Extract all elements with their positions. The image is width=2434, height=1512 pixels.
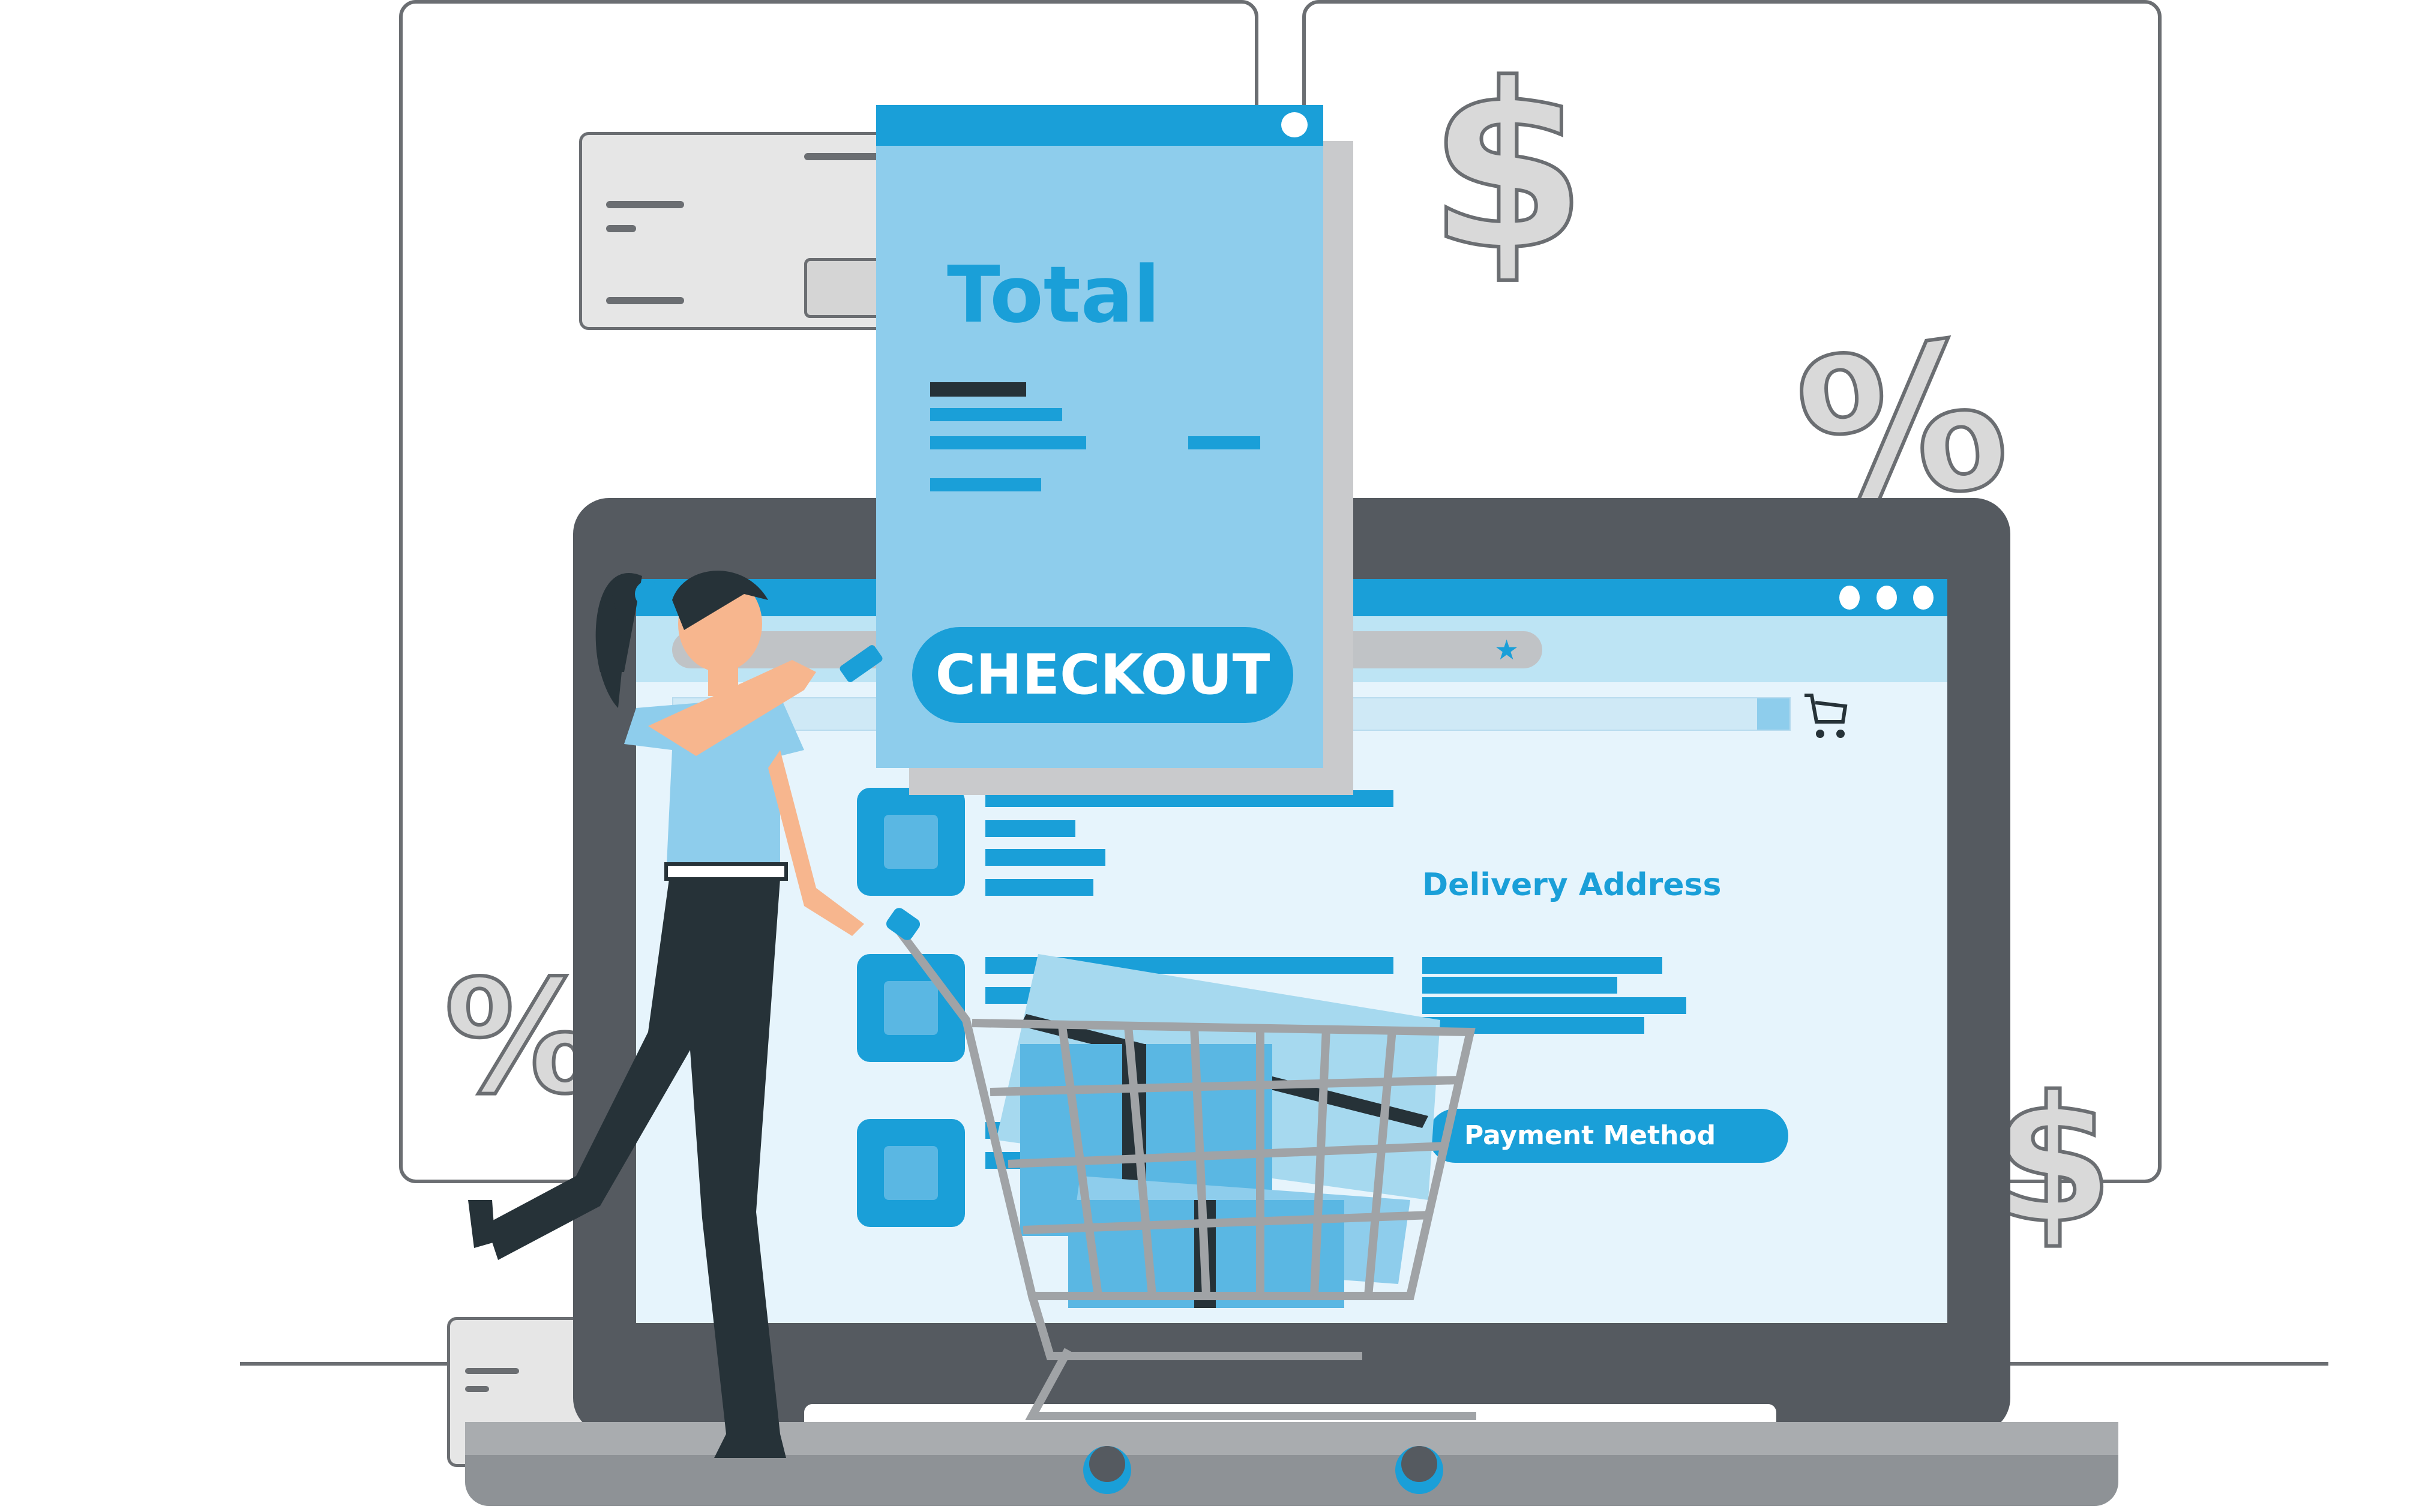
shopper-woman-illustration	[468, 571, 883, 1458]
window-dot[interactable]	[1913, 586, 1934, 610]
cart-icon[interactable]	[1803, 693, 1857, 741]
window-dot[interactable]	[1839, 586, 1860, 610]
product-line	[985, 849, 1105, 866]
receipt-titlebar	[876, 105, 1323, 146]
shoe	[468, 1200, 495, 1248]
receipt-line	[930, 408, 1062, 421]
receipt-line	[930, 478, 1041, 491]
pants	[486, 879, 780, 1434]
credit-card-in-hand	[840, 645, 883, 682]
receipt-title: Total	[947, 249, 1161, 340]
product-line	[985, 820, 1075, 837]
dollar-sign-icon: $	[1426, 35, 1588, 301]
receipt-amount	[1188, 436, 1260, 449]
search-button[interactable]	[1757, 698, 1789, 730]
shoe	[714, 1434, 786, 1458]
window-dot[interactable]	[1877, 586, 1897, 610]
star-icon[interactable]: ★	[1494, 636, 1519, 664]
window-dot[interactable]	[1281, 112, 1308, 137]
receipt-line	[930, 436, 1086, 449]
credit-card	[579, 132, 900, 330]
dollar-sign-icon: $	[1991, 1060, 2115, 1262]
receipt-line	[930, 382, 1026, 397]
